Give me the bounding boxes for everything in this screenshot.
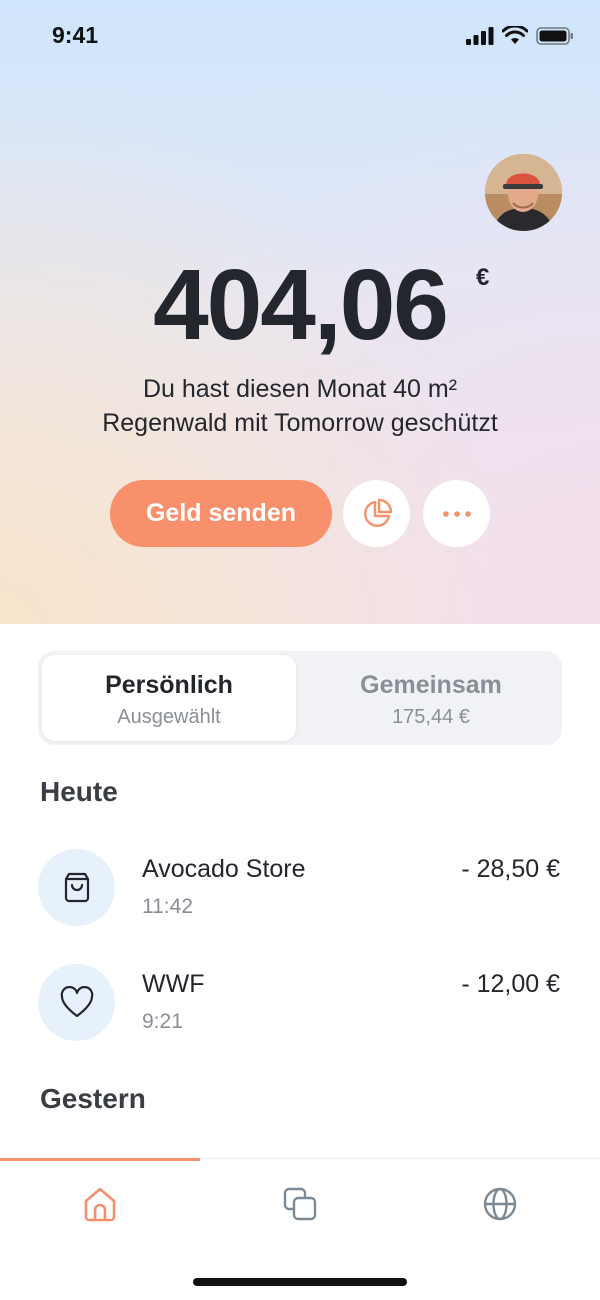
tab-shared-balance: 175,44 € <box>392 706 470 728</box>
user-avatar-icon <box>485 154 562 231</box>
tab-personal-subtitle: Ausgewählt <box>117 706 221 728</box>
tab-shared-title: Gemeinsam <box>360 671 502 699</box>
send-money-button[interactable]: Geld senden <box>110 480 332 547</box>
battery-icon <box>536 26 573 45</box>
tab-personal[interactable]: Persönlich Ausgewählt <box>42 655 296 741</box>
transaction-icon <box>38 849 115 926</box>
more-button[interactable] <box>423 480 490 547</box>
transaction-name: WWF <box>142 970 205 998</box>
heart-icon <box>60 985 93 1017</box>
pie-chart-icon <box>363 498 392 527</box>
balance-currency: € <box>476 264 490 291</box>
account-switcher: Persönlich Ausgewählt Gemeinsam 175,44 € <box>38 651 562 745</box>
section-header-yesterday: Gestern <box>40 1083 146 1114</box>
avatar[interactable] <box>485 154 562 231</box>
transaction-icon <box>38 964 115 1041</box>
tab-personal-title: Persönlich <box>105 671 233 699</box>
transaction-row[interactable]: Avocado Store 11:42 - 28,50 € <box>0 849 600 929</box>
tab-active-indicator <box>0 1158 200 1161</box>
balance-amount: 404,06 <box>153 249 449 361</box>
status-bar: 9:41 <box>0 0 600 72</box>
status-time: 9:41 <box>52 22 99 48</box>
signal-icon <box>466 26 494 45</box>
home-icon <box>84 1187 116 1222</box>
balance-display: 404,06 € <box>0 250 600 360</box>
transaction-row[interactable]: WWF 9:21 - 12,00 € <box>0 964 600 1044</box>
tab-cards[interactable] <box>200 1185 400 1225</box>
impact-line-1: Du hast diesen Monat 40 m² <box>142 375 458 403</box>
wifi-icon <box>502 26 528 44</box>
more-icon <box>442 510 471 517</box>
tab-shared[interactable]: Gemeinsam 175,44 € <box>304 655 558 741</box>
transaction-time: 9:21 <box>142 1010 183 1033</box>
home-indicator <box>193 1278 407 1286</box>
tab-impact[interactable] <box>400 1185 600 1225</box>
transaction-time: 11:42 <box>142 895 193 918</box>
transaction-amount: - 28,50 € <box>461 855 560 883</box>
impact-line-2: Regenwald mit Tomorrow geschützt <box>102 409 498 437</box>
cards-icon <box>283 1187 317 1221</box>
tab-home[interactable] <box>0 1185 200 1225</box>
globe-icon <box>483 1187 517 1221</box>
impact-message: Du hast diesen Monat 40 m² Regenwald mit… <box>40 372 560 440</box>
shopping-bag-icon <box>64 872 89 902</box>
section-header-today: Heute <box>40 776 118 807</box>
transaction-name: Avocado Store <box>142 855 306 883</box>
balance-header: 9:41 404,06 € Du hast diesen Monat 40 m²… <box>0 0 600 624</box>
transaction-amount: - 12,00 € <box>461 970 560 998</box>
statistics-button[interactable] <box>343 480 410 547</box>
status-icons <box>466 26 574 45</box>
